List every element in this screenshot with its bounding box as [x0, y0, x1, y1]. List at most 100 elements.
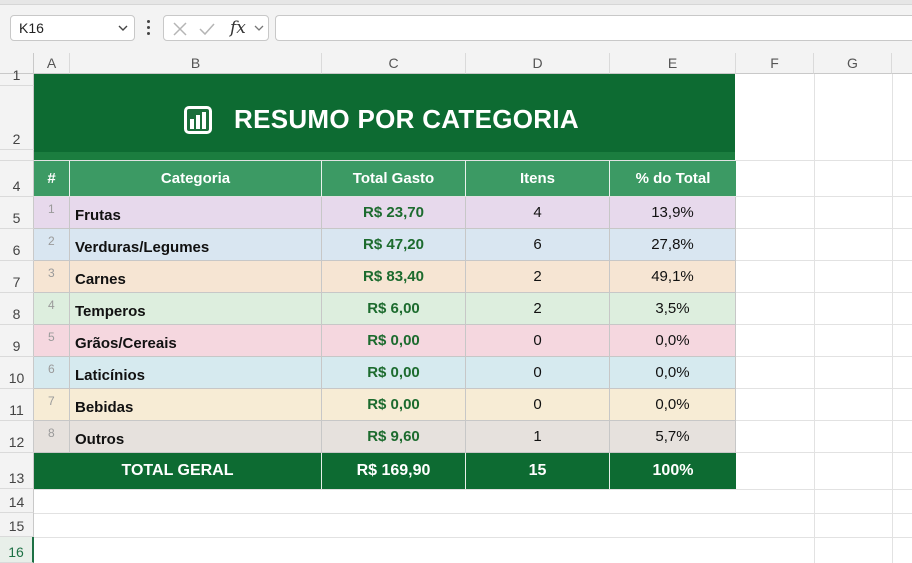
row-header-2[interactable]: 2	[0, 86, 34, 150]
header-items[interactable]: Itens	[466, 161, 610, 196]
category-total[interactable]: R$ 0,00	[322, 325, 466, 357]
category-items[interactable]: 6	[466, 229, 610, 261]
category-name[interactable]: Carnes	[70, 261, 322, 293]
more-options-icon[interactable]	[147, 20, 151, 36]
category-total[interactable]: R$ 9,60	[322, 421, 466, 453]
category-name-text: Laticínios	[75, 367, 146, 384]
header-percent[interactable]: % do Total	[610, 161, 736, 196]
row-header-1[interactable]: 1	[0, 67, 34, 86]
category-items[interactable]: 0	[466, 357, 610, 389]
row-number[interactable]: 5	[34, 325, 70, 357]
name-box[interactable]: K16	[10, 15, 135, 41]
row-header-4[interactable]: 4	[0, 161, 34, 197]
column-header-g[interactable]: G	[814, 53, 892, 74]
column-header-e[interactable]: E	[610, 53, 736, 74]
row-header-6[interactable]: 6	[0, 229, 34, 261]
formula-input[interactable]	[275, 15, 912, 41]
row-header-14[interactable]: 14	[0, 489, 34, 513]
category-percent[interactable]: 0,0%	[610, 357, 736, 389]
row-number[interactable]: 3	[34, 261, 70, 293]
total-items[interactable]: 15	[466, 453, 610, 489]
column-header-a[interactable]: A	[34, 53, 70, 74]
total-label[interactable]: TOTAL GERAL	[34, 453, 322, 489]
row-header-12[interactable]: 12	[0, 421, 34, 453]
row-number[interactable]: 7	[34, 389, 70, 421]
row-number[interactable]: 6	[34, 357, 70, 389]
column-header-b[interactable]: B	[70, 53, 322, 74]
category-name[interactable]: Bebidas	[70, 389, 322, 421]
row-header-15[interactable]: 15	[0, 513, 34, 537]
category-items[interactable]: 2	[466, 293, 610, 325]
row-number[interactable]: 2	[34, 229, 70, 261]
category-percent[interactable]: 49,1%	[610, 261, 736, 293]
row-number-text: 1	[48, 202, 55, 216]
column-header-c[interactable]: C	[322, 53, 466, 74]
row-header-8[interactable]: 8	[0, 293, 34, 325]
row-header-5[interactable]: 5	[0, 197, 34, 229]
category-total[interactable]: R$ 47,20	[322, 229, 466, 261]
category-total[interactable]: R$ 83,40	[322, 261, 466, 293]
category-name[interactable]: Grãos/Cereais	[70, 325, 322, 357]
category-name[interactable]: Frutas	[70, 197, 322, 229]
category-items[interactable]: 0	[466, 389, 610, 421]
row-header-3[interactable]	[0, 150, 34, 161]
header-num[interactable]: #	[34, 161, 70, 196]
header-total-spent[interactable]: Total Gasto	[322, 161, 466, 196]
category-name[interactable]: Laticínios	[70, 357, 322, 389]
row-number-text: 7	[48, 394, 55, 408]
category-total[interactable]: R$ 6,00	[322, 293, 466, 325]
name-box-value: K16	[19, 20, 44, 36]
total-spent[interactable]: R$ 169,90	[322, 453, 466, 489]
category-items[interactable]: 4	[466, 197, 610, 229]
bar-chart-icon	[184, 106, 212, 134]
category-total[interactable]: R$ 0,00	[322, 357, 466, 389]
row-header-13[interactable]: 13	[0, 453, 34, 489]
chevron-down-icon[interactable]	[118, 25, 128, 32]
row-number-text: 6	[48, 362, 55, 376]
category-name-text: Carnes	[75, 271, 126, 288]
column-header-f[interactable]: F	[736, 53, 814, 74]
category-name-text: Verduras/Legumes	[75, 239, 210, 256]
chevron-down-icon[interactable]	[254, 25, 264, 32]
row-number-text: 5	[48, 330, 55, 344]
row-header-16[interactable]: 16	[0, 537, 34, 563]
column-header-h[interactable]	[892, 53, 912, 74]
category-percent[interactable]: 27,8%	[610, 229, 736, 261]
category-items[interactable]: 0	[466, 325, 610, 357]
row-number[interactable]: 4	[34, 293, 70, 325]
formula-buttons: fx	[163, 15, 269, 41]
row-header-10[interactable]: 10	[0, 357, 34, 389]
category-name-text: Outros	[75, 431, 125, 448]
category-items[interactable]: 2	[466, 261, 610, 293]
category-percent[interactable]: 0,0%	[610, 389, 736, 421]
category-name-text: Grãos/Cereais	[75, 335, 177, 352]
row-header-9[interactable]: 9	[0, 325, 34, 357]
summary-title: RESUMO POR CATEGORIA	[234, 104, 579, 134]
row-number[interactable]: 8	[34, 421, 70, 453]
row-header-7[interactable]: 7	[0, 261, 34, 293]
column-header-d[interactable]: D	[466, 53, 610, 74]
category-total[interactable]: R$ 0,00	[322, 389, 466, 421]
category-percent[interactable]: 5,7%	[610, 421, 736, 453]
category-name[interactable]: Verduras/Legumes	[70, 229, 322, 261]
category-percent[interactable]: 13,9%	[610, 197, 736, 229]
category-percent[interactable]: 3,5%	[610, 293, 736, 325]
category-name-text: Frutas	[75, 207, 121, 224]
row-header-11[interactable]: 11	[0, 389, 34, 421]
gridline	[34, 489, 912, 490]
row-number[interactable]: 1	[34, 197, 70, 229]
category-items[interactable]: 1	[466, 421, 610, 453]
header-category[interactable]: Categoria	[70, 161, 322, 196]
gridline	[34, 537, 912, 538]
cancel-icon[interactable]	[172, 21, 188, 37]
category-name[interactable]: Outros	[70, 421, 322, 453]
total-percent[interactable]: 100%	[610, 453, 736, 489]
category-percent[interactable]: 0,0%	[610, 325, 736, 357]
category-total[interactable]: R$ 23,70	[322, 197, 466, 229]
row-number-text: 2	[48, 234, 55, 248]
category-name[interactable]: Temperos	[70, 293, 322, 325]
title-stripe	[34, 152, 735, 160]
insert-function-icon[interactable]: fx	[230, 18, 246, 38]
category-name-text: Temperos	[75, 303, 146, 320]
check-icon[interactable]	[198, 21, 216, 37]
